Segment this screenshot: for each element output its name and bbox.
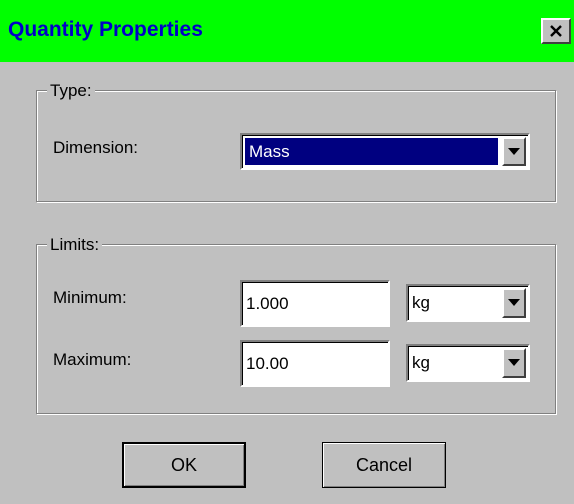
chevron-down-icon (508, 359, 520, 367)
type-group-legend: Type: (47, 81, 95, 101)
minimum-input[interactable]: 1.000 (240, 280, 390, 327)
dimension-selected-value: Mass (245, 138, 498, 165)
minimum-unit-dropdown-button[interactable] (502, 288, 526, 318)
dimension-select[interactable]: Mass (240, 133, 530, 170)
close-icon (549, 24, 563, 38)
minimum-unit-select[interactable]: kg (406, 284, 530, 322)
chevron-down-icon (508, 299, 520, 307)
maximum-unit-value: kg (412, 353, 430, 372)
minimum-value: 1.000 (246, 293, 289, 313)
cancel-button[interactable]: Cancel (322, 442, 446, 488)
dimension-dropdown-button[interactable] (502, 137, 526, 166)
window-title: Quantity Properties (8, 18, 203, 41)
chevron-down-icon (508, 147, 520, 156)
quantity-properties-dialog: Quantity Properties Type: Dimension: Mas… (0, 0, 574, 504)
maximum-label: Maximum: (53, 350, 132, 369)
limits-group-legend: Limits: (47, 235, 103, 255)
dimension-label: Dimension: (53, 138, 139, 157)
limits-groupbox: Limits: (36, 235, 556, 414)
close-button[interactable] (541, 18, 571, 44)
title-bar[interactable]: Quantity Properties (0, 0, 574, 62)
ok-button[interactable]: OK (122, 442, 246, 488)
maximum-value: 10.00 (246, 353, 289, 373)
minimum-unit-value: kg (412, 293, 430, 312)
maximum-unit-dropdown-button[interactable] (502, 348, 526, 378)
maximum-input[interactable]: 10.00 (240, 340, 390, 387)
maximum-unit-select[interactable]: kg (406, 344, 530, 382)
minimum-label: Minimum: (53, 288, 127, 307)
